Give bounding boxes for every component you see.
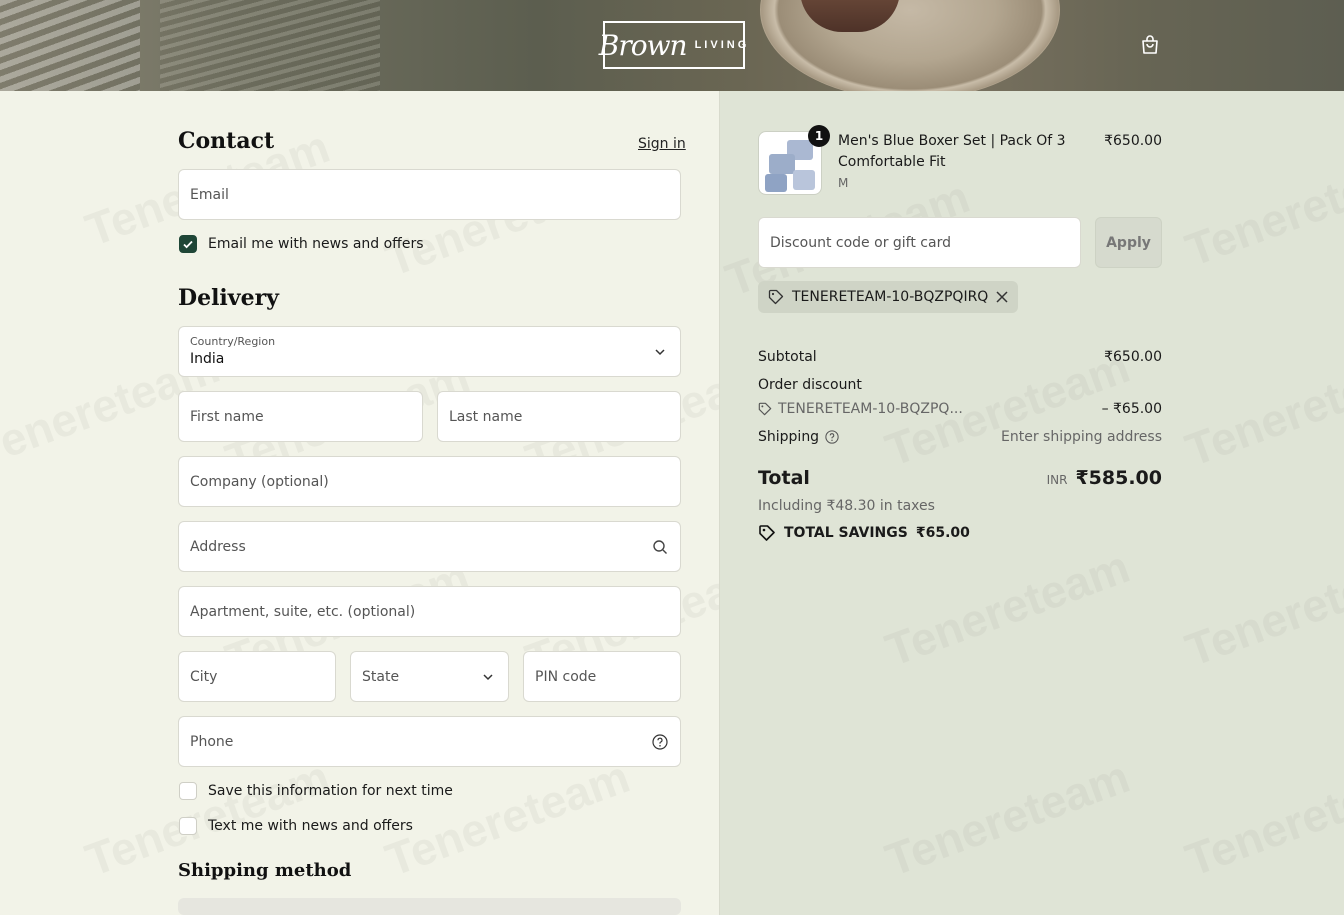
phone-field[interactable]: Phone <box>178 716 681 767</box>
product-title: Men's Blue Boxer Set | Pack Of 3 Comfort… <box>838 133 1066 170</box>
pin-code-field[interactable]: PIN code <box>523 651 681 702</box>
country-select[interactable]: Country/Region India <box>178 326 681 377</box>
savings-value: ₹65.00 <box>915 525 970 541</box>
watermark: Tenereteam <box>1178 749 1344 887</box>
apply-button[interactable]: Apply <box>1095 217 1162 268</box>
contact-heading: Contact <box>178 128 275 154</box>
watermark: Tenereteam <box>1178 339 1344 477</box>
product-variant: M <box>838 176 849 190</box>
banner-fabric-texture-2 <box>160 0 380 91</box>
state-placeholder: State <box>362 668 400 685</box>
country-label: Country/Region <box>190 335 276 348</box>
discount-placeholder: Discount code or gift card <box>770 234 951 251</box>
help-icon[interactable] <box>652 733 668 750</box>
first-name-placeholder: First name <box>190 408 264 425</box>
text-news-checkbox[interactable] <box>179 817 197 835</box>
checkmark-icon <box>183 240 193 249</box>
discount-value: – ₹65.00 <box>1101 401 1162 417</box>
header-banner: Brown LIVING <box>0 0 1344 91</box>
discount-code-row: TENERETEAM-10-BQZPQ... – ₹65.00 <box>758 401 1162 417</box>
phone-placeholder: Phone <box>190 733 234 750</box>
last-name-placeholder: Last name <box>449 408 523 425</box>
logo-script-text: Brown <box>598 28 688 62</box>
city-field[interactable]: City <box>178 651 336 702</box>
currency-code: INR <box>1046 473 1068 487</box>
remove-discount-icon[interactable] <box>996 291 1008 303</box>
discount-code-short: TENERETEAM-10-BQZPQ... <box>778 401 963 417</box>
save-info-label: Save this information for next time <box>208 783 453 799</box>
company-placeholder: Company (optional) <box>190 473 329 490</box>
total-value: ₹585.00 <box>1075 467 1162 489</box>
order-discount-row: Order discount <box>758 377 1162 393</box>
quantity-badge: 1 <box>808 125 830 147</box>
email-news-option[interactable]: Email me with news and offers <box>179 235 424 253</box>
subtotal-row: Subtotal ₹650.00 <box>758 349 1162 365</box>
pin-code-placeholder: PIN code <box>535 668 597 685</box>
total-label: Total <box>758 467 810 489</box>
applied-code-text: TENERETEAM-10-BQZPQIRQ <box>792 289 989 305</box>
address-field[interactable]: Address <box>178 521 681 572</box>
country-value: India <box>190 351 225 367</box>
brand-logo[interactable]: Brown LIVING <box>599 21 746 69</box>
shipping-label-group: Shipping <box>758 429 839 445</box>
shipping-value: Enter shipping address <box>1001 429 1162 445</box>
taxes-note: Including ₹48.30 in taxes <box>758 498 935 514</box>
order-discount-label: Order discount <box>758 377 862 393</box>
total-value-group: INR ₹585.00 <box>1047 467 1162 489</box>
savings-label: TOTAL SAVINGS <box>784 525 908 541</box>
apartment-field[interactable]: Apartment, suite, etc. (optional) <box>178 586 681 637</box>
savings-row: TOTAL SAVINGS ₹65.00 <box>758 524 1162 542</box>
watermark: Tenereteam <box>378 749 637 887</box>
taxes-row: Including ₹48.30 in taxes <box>758 498 1162 514</box>
subtotal-value: ₹650.00 <box>1104 349 1162 365</box>
chevron-down-icon <box>483 673 493 680</box>
last-name-field[interactable]: Last name <box>437 391 681 442</box>
shipping-label: Shipping <box>758 429 820 445</box>
shopping-bag-icon[interactable] <box>1138 33 1162 57</box>
delivery-heading: Delivery <box>178 285 279 311</box>
first-name-field[interactable]: First name <box>178 391 423 442</box>
applied-discount-chip: TENERETEAM-10-BQZPQIRQ <box>758 281 1019 313</box>
watermark: Tenereteam <box>1178 539 1344 677</box>
text-news-option[interactable]: Text me with news and offers <box>179 817 413 835</box>
shipping-method-heading: Shipping method <box>178 860 352 881</box>
save-info-option[interactable]: Save this information for next time <box>179 782 453 800</box>
discount-code-group: TENERETEAM-10-BQZPQ... <box>758 401 963 417</box>
discount-code-field[interactable]: Discount code or gift card <box>758 217 1081 268</box>
company-field[interactable]: Company (optional) <box>178 456 681 507</box>
email-news-label: Email me with news and offers <box>208 236 424 252</box>
banner-plates-image <box>760 0 1060 91</box>
order-summary-column: Tenereteam Tenereteam Tenereteam Teneret… <box>720 91 1344 915</box>
watermark: Tenereteam <box>1178 139 1344 277</box>
state-select[interactable]: State <box>350 651 509 702</box>
logo-caps-text: LIVING <box>694 39 750 51</box>
apartment-placeholder: Apartment, suite, etc. (optional) <box>190 603 416 620</box>
banner-fabric-texture <box>0 0 140 91</box>
watermark: Tenereteam <box>878 539 1137 677</box>
savings-tag-icon <box>759 525 775 541</box>
tag-icon <box>758 402 772 416</box>
email-field[interactable]: Email <box>178 169 681 220</box>
email-news-checkbox[interactable] <box>179 235 197 253</box>
save-info-checkbox[interactable] <box>179 782 197 800</box>
subtotal-label: Subtotal <box>758 349 817 365</box>
shipping-row: Shipping Enter shipping address <box>758 429 1162 445</box>
sign-in-link[interactable]: Sign in <box>638 136 686 152</box>
watermark: Tenereteam <box>878 749 1137 887</box>
search-icon <box>653 539 667 554</box>
tag-icon <box>768 289 784 305</box>
product-price: ₹650.00 <box>1104 133 1162 149</box>
chevron-down-icon <box>655 348 665 355</box>
total-row: Total INR ₹585.00 <box>758 467 1162 489</box>
address-placeholder: Address <box>190 538 246 555</box>
text-news-label: Text me with news and offers <box>208 818 413 834</box>
help-icon[interactable] <box>825 430 839 444</box>
city-placeholder: City <box>190 668 218 685</box>
email-placeholder: Email <box>190 186 229 203</box>
shipping-method-placeholder-box <box>178 898 681 915</box>
